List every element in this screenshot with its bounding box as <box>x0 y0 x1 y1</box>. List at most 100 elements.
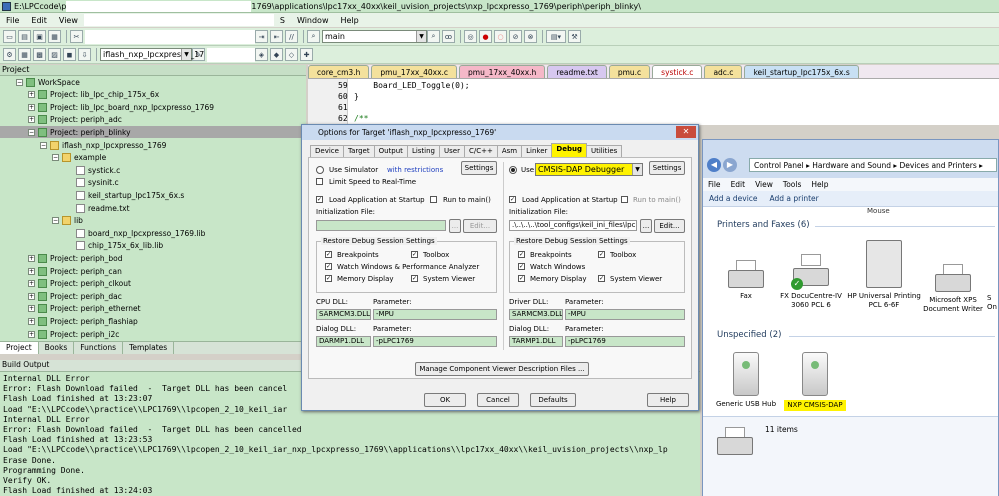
tree-item[interactable]: keil_startup_lpc175x_6x.s <box>0 189 306 201</box>
tab-linker[interactable]: Linker <box>521 145 553 157</box>
menu-s[interactable]: S <box>274 16 291 25</box>
tab-asm[interactable]: Asm <box>496 145 523 157</box>
expand-toggle-icon[interactable]: + <box>28 91 35 99</box>
right-dialog-dll-field[interactable]: TARMP1.DLL <box>509 336 563 347</box>
editor-tab[interactable]: pmu_17xx_40xx.c <box>371 65 458 78</box>
rebuild-icon[interactable]: ▩ <box>33 48 46 61</box>
breakpoint-clear-icon[interactable]: ⊘ <box>509 30 522 43</box>
right-run-to-main-checkbox[interactable] <box>621 196 628 203</box>
outdent-icon[interactable]: ⇤ <box>270 30 283 43</box>
expand-toggle-icon[interactable]: − <box>16 78 23 86</box>
incremental-find-icon[interactable]: ꝏ <box>442 30 455 43</box>
device-partial[interactable]: S On <box>987 294 999 312</box>
left-edit-button[interactable]: Edit... <box>463 219 497 233</box>
tree-item[interactable]: + Project: periph_bod <box>0 252 306 264</box>
breakpoint-disable-icon[interactable]: ○ <box>494 30 507 43</box>
tab-device[interactable]: Device <box>310 145 344 157</box>
devices-menu-tools[interactable]: Tools <box>778 180 806 189</box>
menu-edit[interactable]: Edit <box>25 16 53 25</box>
right-init-file-field[interactable]: .\..\..\..\tool_configs\keil_ini_files\l… <box>509 220 637 231</box>
device-fx-docucentre[interactable]: ✓ FX DocuCentre-IV 3060 PCL 6 <box>779 250 843 310</box>
debugger-select[interactable]: CMSIS-DAP Debugger ▼ <box>535 163 643 176</box>
limit-speed-checkbox[interactable] <box>316 178 323 185</box>
open-file-icon[interactable]: ▤ <box>18 30 31 43</box>
find-icon[interactable]: ⌕ <box>427 30 440 43</box>
device-hp-universal[interactable]: HP Universal Printing PCL 6-6F <box>847 236 921 310</box>
expand-toggle-icon[interactable]: − <box>52 217 59 225</box>
window-layout-icon[interactable]: ▤▾ <box>546 30 566 43</box>
right-browse-button[interactable]: ... <box>640 219 652 233</box>
tree-item[interactable]: board_nxp_lpcxpresso_1769.lib <box>0 227 306 239</box>
devices-menu-help[interactable]: Help <box>806 180 833 189</box>
expand-toggle-icon[interactable]: + <box>28 317 35 325</box>
defaults-button[interactable]: Defaults <box>530 393 576 407</box>
tree-item[interactable]: − example <box>0 152 306 164</box>
right-memory-checkbox[interactable]: ✓ <box>518 275 525 282</box>
with-restrictions-link[interactable]: with restrictions <box>387 166 443 174</box>
tree-item[interactable]: sysinit.c <box>0 177 306 189</box>
chevron-down-icon[interactable]: ▼ <box>181 49 191 60</box>
tree-item[interactable]: + Project: lib_lpc_chip_175x_6x <box>0 89 306 101</box>
tab-c-cpp[interactable]: C/C++ <box>463 145 498 157</box>
right-edit-button[interactable]: Edit... <box>654 219 685 233</box>
tree-item[interactable]: − iflash_nxp_lpcxpresso_1769 <box>0 139 306 151</box>
left-toolbox-checkbox[interactable]: ✓ <box>411 251 418 258</box>
stop-build-icon[interactable]: ◼ <box>63 48 76 61</box>
use-debugger-radio[interactable] <box>509 166 517 174</box>
tree-item[interactable]: chip_175x_6x_lib.lib <box>0 240 306 252</box>
tab-user[interactable]: User <box>439 145 465 157</box>
right-system-viewer-checkbox[interactable]: ✓ <box>598 275 605 282</box>
tab-templates[interactable]: Templates <box>123 342 175 354</box>
expand-toggle-icon[interactable]: + <box>28 254 35 262</box>
close-icon[interactable]: ✕ <box>676 126 696 138</box>
driver-dll-field[interactable]: SARMCM3.DLL <box>509 309 563 320</box>
add-device-button[interactable]: Add a device <box>703 194 764 203</box>
menu-help[interactable]: Help <box>335 16 365 25</box>
new-file-icon[interactable]: ▭ <box>3 30 16 43</box>
editor-tab[interactable]: keil_startup_lpc175x_6x.s <box>744 65 859 78</box>
use-simulator-radio[interactable] <box>316 166 324 174</box>
tree-item[interactable]: + Project: periph_clkout <box>0 278 306 290</box>
simulator-settings-button[interactable]: Settings <box>461 161 497 175</box>
printers-group-header[interactable]: Printers and Faxes (6) <box>717 220 810 230</box>
run-time-env-icon[interactable]: ✚ <box>300 48 313 61</box>
devices-menu-file[interactable]: File <box>703 180 726 189</box>
cpu-dll-field[interactable]: SARMCM3.DLL <box>316 309 371 320</box>
device-microsoft-xps[interactable]: Microsoft XPS Document Writer <box>921 260 985 314</box>
editor-tab[interactable]: core_cm3.h <box>308 65 370 78</box>
device-fax[interactable]: Fax <box>711 256 781 301</box>
tree-item[interactable]: + Project: lib_lpc_board_nxp_lpcxpresso_1… <box>0 101 306 113</box>
tab-project[interactable]: Project <box>0 342 39 354</box>
debug-icon[interactable]: ◎ <box>464 30 477 43</box>
cancel-button[interactable]: Cancel <box>477 393 519 407</box>
build-icon[interactable]: ▦ <box>18 48 31 61</box>
expand-toggle-icon[interactable]: + <box>28 267 35 275</box>
translate-icon[interactable]: ⚙ <box>3 48 16 61</box>
batch-build-icon[interactable]: ▨ <box>48 48 61 61</box>
right-breakpoints-checkbox[interactable]: ✓ <box>518 251 525 258</box>
ok-button[interactable]: OK <box>424 393 466 407</box>
download-icon[interactable]: ⇩ <box>78 48 91 61</box>
debugger-settings-button[interactable]: Settings <box>649 161 685 175</box>
expand-toggle-icon[interactable]: − <box>52 154 59 162</box>
editor-tab[interactable]: systick.c <box>652 65 703 78</box>
left-dialog-dll-field[interactable]: DARMP1.DLL <box>316 336 371 347</box>
forward-icon[interactable]: ▶ <box>723 158 737 172</box>
left-init-file-field[interactable] <box>316 220 446 231</box>
breakpoint-kill-icon[interactable]: ⊗ <box>524 30 537 43</box>
pack-installer-icon[interactable]: ◇ <box>285 48 298 61</box>
menu-file[interactable]: File <box>0 16 25 25</box>
help-button[interactable]: Help <box>647 393 689 407</box>
cut-icon[interactable]: ✂ <box>70 30 83 43</box>
tab-listing[interactable]: Listing <box>406 145 440 157</box>
expand-toggle-icon[interactable]: + <box>28 103 35 111</box>
back-icon[interactable]: ◀ <box>707 158 721 172</box>
manage-project-icon[interactable]: ◈ <box>255 48 268 61</box>
code-editor[interactable]: 59 Board_LED_Toggle(0); 60} 61 62 /** <box>308 79 999 125</box>
expand-toggle-icon[interactable]: + <box>28 292 35 300</box>
breakpoint-icon[interactable]: ● <box>479 30 492 43</box>
tab-output[interactable]: Output <box>373 145 408 157</box>
left-watch-checkbox[interactable]: ✓ <box>325 263 332 270</box>
expand-toggle-icon[interactable]: − <box>40 141 47 149</box>
left-breakpoints-checkbox[interactable]: ✓ <box>325 251 332 258</box>
